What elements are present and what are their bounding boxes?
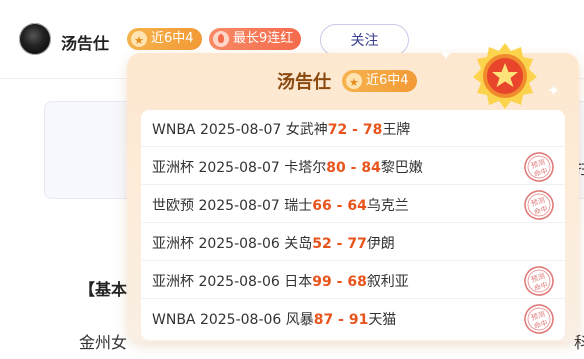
author-name[interactable]: 汤告仕 bbox=[61, 30, 109, 54]
record-row-text: WNBA 2025-08-07 女武神72 - 78王牌 bbox=[152, 119, 410, 139]
league: WNBA bbox=[152, 122, 196, 138]
away-score: 77 bbox=[347, 236, 367, 252]
record-row-text: 亚洲杯 2025-08-06 关岛52 - 77伊朗 bbox=[152, 233, 395, 253]
away-team: 伊朗 bbox=[366, 236, 395, 252]
home-score: 72 bbox=[327, 122, 348, 138]
match-date: 2025-08-06 bbox=[198, 274, 280, 290]
match-date: 2025-08-07 bbox=[199, 122, 282, 138]
star-icon bbox=[131, 30, 147, 52]
home-team: 关岛 bbox=[284, 236, 313, 252]
star-icon bbox=[346, 72, 362, 94]
away-score: 91 bbox=[348, 312, 369, 328]
home-score: 80 bbox=[326, 160, 346, 176]
record-row[interactable]: 亚洲杯 2025-08-06 日本99 - 68叙利亚 预测 命中 bbox=[141, 262, 565, 299]
section-heading: 【基本 bbox=[79, 280, 128, 299]
record-row-text: 亚洲杯 2025-08-06 日本99 - 68叙利亚 bbox=[152, 271, 409, 291]
record-popup: 汤告仕 近6中4 ✦ ✦ WNBA 2025-08-07 女武神72 - 78王… bbox=[127, 43, 579, 342]
recent-rate-badge[interactable]: 近6中4 bbox=[127, 28, 202, 52]
away-team: 王牌 bbox=[382, 122, 411, 138]
league: WNBA bbox=[152, 312, 196, 328]
away-team: 黎巴嫩 bbox=[380, 160, 423, 176]
flame-icon bbox=[213, 31, 229, 47]
home-score: 99 bbox=[312, 274, 332, 290]
home-score: 66 bbox=[312, 198, 332, 214]
popup-rate-label: 近6中4 bbox=[366, 73, 409, 88]
home-score: 87 bbox=[313, 312, 334, 328]
home-team: 瑞士 bbox=[284, 198, 313, 214]
score-separator: - bbox=[331, 274, 348, 290]
league: 亚洲杯 bbox=[152, 274, 194, 290]
away-score: 68 bbox=[347, 274, 367, 290]
prediction-hit-stamp-icon: 预测命中 bbox=[524, 152, 554, 182]
league: 世欧预 bbox=[152, 198, 194, 214]
record-list: WNBA 2025-08-07 女武神72 - 78王牌 亚洲杯 2025-08-… bbox=[141, 110, 565, 340]
away-team: 天猫 bbox=[368, 312, 397, 328]
match-date: 2025-08-07 bbox=[198, 160, 280, 176]
match-date: 2025-08-07 bbox=[198, 198, 280, 214]
home-team: 卡塔尔 bbox=[284, 160, 327, 176]
home-team: 风暴 bbox=[285, 312, 314, 328]
match-date: 2025-08-06 bbox=[198, 236, 280, 252]
away-team: 叙利亚 bbox=[366, 274, 409, 290]
league: 亚洲杯 bbox=[152, 160, 194, 176]
streak-badge[interactable]: 最长9连红 bbox=[209, 28, 302, 50]
popup-rate-badge: 近6中4 bbox=[342, 70, 417, 94]
record-row[interactable]: 亚洲杯 2025-08-07 卡塔尔80 - 84黎巴嫩 预测 命中 bbox=[141, 148, 565, 185]
league: 亚洲杯 bbox=[152, 236, 194, 252]
recent-rate-label: 近6中4 bbox=[151, 31, 194, 46]
record-row-text: 亚洲杯 2025-08-07 卡塔尔80 - 84黎巴嫩 bbox=[152, 157, 423, 177]
score-separator: - bbox=[331, 198, 348, 214]
record-row-text: WNBA 2025-08-06 风暴87 - 91天猫 bbox=[152, 309, 396, 329]
star-medal-icon bbox=[473, 43, 537, 109]
record-row[interactable]: 世欧预 2025-08-07 瑞士66 - 64乌克兰 预测 命中 bbox=[141, 186, 565, 223]
streak-label: 最长9连红 bbox=[233, 31, 294, 46]
away-team: 乌克兰 bbox=[366, 198, 409, 214]
prediction-hit-stamp-icon: 预测命中 bbox=[524, 190, 554, 220]
away-score: 64 bbox=[347, 198, 367, 214]
record-row[interactable]: 亚洲杯 2025-08-06 关岛52 - 77伊朗 bbox=[141, 224, 565, 261]
sparkle-icon: ✦ bbox=[547, 81, 561, 100]
sparkle-icon: ✦ bbox=[439, 45, 453, 64]
score-separator: - bbox=[331, 236, 348, 252]
score-separator: - bbox=[333, 312, 349, 328]
home-team: 女武神 bbox=[285, 122, 328, 138]
record-row[interactable]: WNBA 2025-08-06 风暴87 - 91天猫 预测 命中 bbox=[141, 300, 565, 337]
away-score: 84 bbox=[361, 160, 381, 176]
paragraph-text: 金州女 bbox=[79, 333, 128, 352]
score-separator: - bbox=[345, 160, 362, 176]
record-row-text: 世欧预 2025-08-07 瑞士66 - 64乌克兰 bbox=[152, 195, 409, 215]
score-separator: - bbox=[347, 122, 363, 138]
home-score: 52 bbox=[312, 236, 332, 252]
away-score: 78 bbox=[362, 122, 383, 138]
prediction-hit-stamp-icon: 预测命中 bbox=[524, 266, 554, 296]
prediction-hit-stamp-icon: 预测命中 bbox=[524, 304, 554, 334]
follow-button[interactable]: 关注 bbox=[320, 24, 409, 56]
popup-author-name: 汤告仕 bbox=[277, 72, 331, 93]
avatar[interactable] bbox=[19, 23, 51, 55]
record-row[interactable]: WNBA 2025-08-07 女武神72 - 78王牌 bbox=[141, 110, 565, 147]
home-team: 日本 bbox=[284, 274, 313, 290]
match-date: 2025-08-06 bbox=[199, 312, 282, 328]
